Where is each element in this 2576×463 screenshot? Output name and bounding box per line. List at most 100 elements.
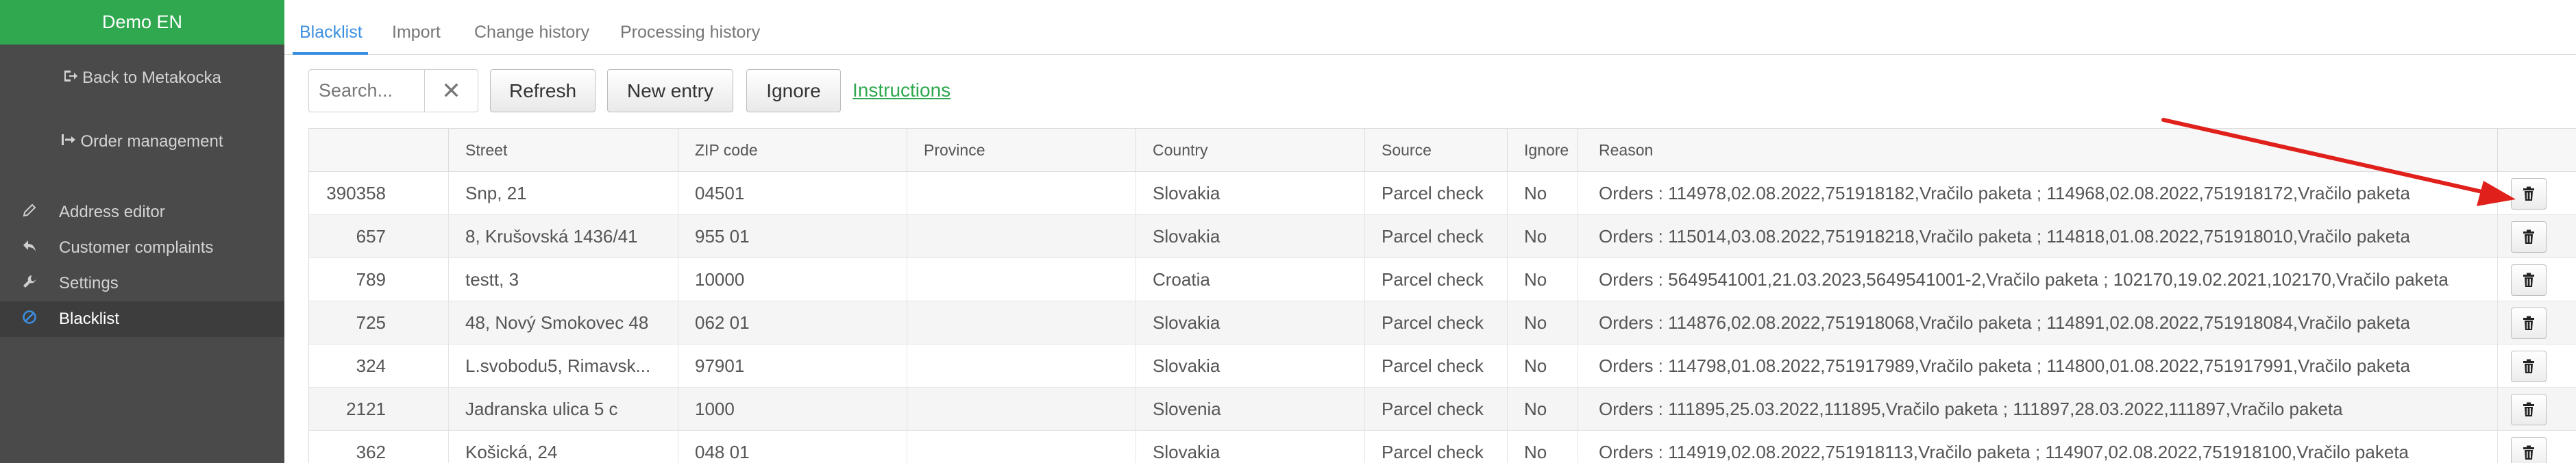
delete-button[interactable] <box>2511 351 2547 382</box>
clear-search-button[interactable]: ✕ <box>424 70 478 112</box>
search-box: ✕ <box>308 69 478 112</box>
search-input[interactable] <box>309 70 424 112</box>
cell-ignore: No <box>1508 301 1578 344</box>
ban-icon <box>19 310 40 329</box>
instructions-link[interactable]: Instructions <box>852 79 950 101</box>
table-row[interactable]: 362 Košická, 24 048 01 Slovakia Parcel check… <box>309 431 2576 463</box>
reply-icon <box>19 239 40 257</box>
ignore-button[interactable]: Ignore <box>746 69 841 112</box>
column-header-source[interactable]: Source <box>1365 129 1508 171</box>
trash-icon <box>2523 273 2534 287</box>
cell-street: L.svobodu5, Rimavsk... <box>449 345 678 387</box>
cell-province <box>907 345 1136 387</box>
cell-actions <box>2498 172 2576 214</box>
cell-source: Parcel check <box>1365 172 1508 214</box>
sidebar-item-label: Address editor <box>59 203 165 221</box>
column-header-actions <box>2498 129 2576 171</box>
arrow-right-icon <box>61 132 76 151</box>
cell-actions <box>2498 258 2576 301</box>
cell-source: Parcel check <box>1365 258 1508 301</box>
order-management-link[interactable]: Order management <box>0 132 284 151</box>
cell-country: Slovakia <box>1136 431 1365 463</box>
sidebar-item-label: Blacklist <box>59 310 120 328</box>
cell-source: Parcel check <box>1365 215 1508 258</box>
delete-button[interactable] <box>2511 178 2547 210</box>
delete-button[interactable] <box>2511 308 2547 339</box>
tab-bar: Blacklist Import Change history Processi… <box>284 0 2576 55</box>
table-row[interactable]: 789 testt, 3 10000 Croatia Parcel check No Ord… <box>309 258 2576 301</box>
cell-id: 725 <box>309 301 449 344</box>
cell-source: Parcel check <box>1365 388 1508 430</box>
blacklist-table: Street ZIP code Province Country Source … <box>308 128 2576 463</box>
sidebar-item-customer-complaints[interactable]: Customer complaints <box>0 230 284 266</box>
cell-province <box>907 172 1136 214</box>
sign-out-icon <box>63 68 78 88</box>
cell-country: Croatia <box>1136 258 1365 301</box>
sidebar-item-label: Customer complaints <box>59 238 214 257</box>
cell-reason: Orders : 114919,02.08.2022,751918113,Vra… <box>1578 431 2498 463</box>
cell-zip: 1000 <box>678 388 907 430</box>
cell-actions <box>2498 388 2576 430</box>
sidebar-item-label: Settings <box>59 274 119 292</box>
cell-ignore: No <box>1508 431 1578 463</box>
cell-reason: Orders : 111895,25.03.2022,111895,Vračil… <box>1578 388 2498 430</box>
cell-reason: Orders : 115014,03.08.2022,751918218,Vra… <box>1578 215 2498 258</box>
cell-country: Slovakia <box>1136 301 1365 344</box>
active-tab-indicator <box>293 52 368 55</box>
tab-processing-history[interactable]: Processing history <box>620 23 760 42</box>
order-management-label: Order management <box>80 132 223 151</box>
sidebar-item-settings[interactable]: Settings <box>0 266 284 301</box>
delete-button[interactable] <box>2511 394 2547 425</box>
table-row[interactable]: 390358 Snp, 21 04501 Slovakia Parcel check No… <box>309 172 2576 215</box>
sidebar-item-address-editor[interactable]: Address editor <box>0 195 284 230</box>
cell-province <box>907 301 1136 344</box>
cell-street: 8, Krušovská 1436/41 <box>449 215 678 258</box>
tab-blacklist[interactable]: Blacklist <box>299 23 363 42</box>
cell-reason: Orders : 5649541001,21.03.2023,564954100… <box>1578 258 2498 301</box>
cell-id: 657 <box>309 215 449 258</box>
sidebar-item-blacklist[interactable]: Blacklist <box>0 301 284 337</box>
pencil-icon <box>19 203 40 222</box>
trash-icon <box>2523 402 2534 416</box>
table-row[interactable]: 324 L.svobodu5, Rimavsk... 97901 Slovakia Pa… <box>309 345 2576 388</box>
cell-country: Slovenia <box>1136 388 1365 430</box>
wrench-icon <box>19 274 40 293</box>
cell-reason: Orders : 114876,02.08.2022,751918068,Vra… <box>1578 301 2498 344</box>
cell-ignore: No <box>1508 388 1578 430</box>
table-row[interactable]: 2121 Jadranska ulica 5 c 1000 Slovenia Parce… <box>309 388 2576 431</box>
cell-street: Košická, 24 <box>449 431 678 463</box>
brand-header[interactable]: Demo EN <box>0 0 284 45</box>
cell-zip: 97901 <box>678 345 907 387</box>
column-header-zip[interactable]: ZIP code <box>678 129 907 171</box>
table-row[interactable]: 725 48, Nový Smokovec 48 062 01 Slovakia Par… <box>309 301 2576 345</box>
tab-import[interactable]: Import <box>392 23 441 42</box>
delete-button[interactable] <box>2511 437 2547 463</box>
column-header-country[interactable]: Country <box>1136 129 1365 171</box>
column-header-id[interactable] <box>309 129 449 171</box>
column-header-reason[interactable]: Reason <box>1578 129 2498 171</box>
new-entry-button[interactable]: New entry <box>607 69 733 112</box>
cell-id: 362 <box>309 431 449 463</box>
column-header-ignore[interactable]: Ignore <box>1508 129 1578 171</box>
cell-actions <box>2498 431 2576 463</box>
refresh-button[interactable]: Refresh <box>490 69 596 112</box>
column-header-street[interactable]: Street <box>449 129 678 171</box>
column-header-province[interactable]: Province <box>907 129 1136 171</box>
table-row[interactable]: 657 8, Krušovská 1436/41 955 01 Slovakia Par… <box>309 215 2576 258</box>
delete-button[interactable] <box>2511 264 2547 296</box>
cell-street: 48, Nový Smokovec 48 <box>449 301 678 344</box>
cell-id: 789 <box>309 258 449 301</box>
delete-button[interactable] <box>2511 221 2547 253</box>
cell-street: Jadranska ulica 5 c <box>449 388 678 430</box>
cell-actions <box>2498 215 2576 258</box>
tab-change-history[interactable]: Change history <box>474 23 589 42</box>
cell-actions <box>2498 301 2576 344</box>
back-to-metakocka-link[interactable]: Back to Metakocka <box>0 68 284 88</box>
trash-icon <box>2523 445 2534 460</box>
cell-province <box>907 215 1136 258</box>
cell-zip: 955 01 <box>678 215 907 258</box>
cell-country: Slovakia <box>1136 172 1365 214</box>
cell-id: 324 <box>309 345 449 387</box>
cell-street: testt, 3 <box>449 258 678 301</box>
sidebar: Demo EN Back to Metakocka Order manageme… <box>0 0 284 463</box>
